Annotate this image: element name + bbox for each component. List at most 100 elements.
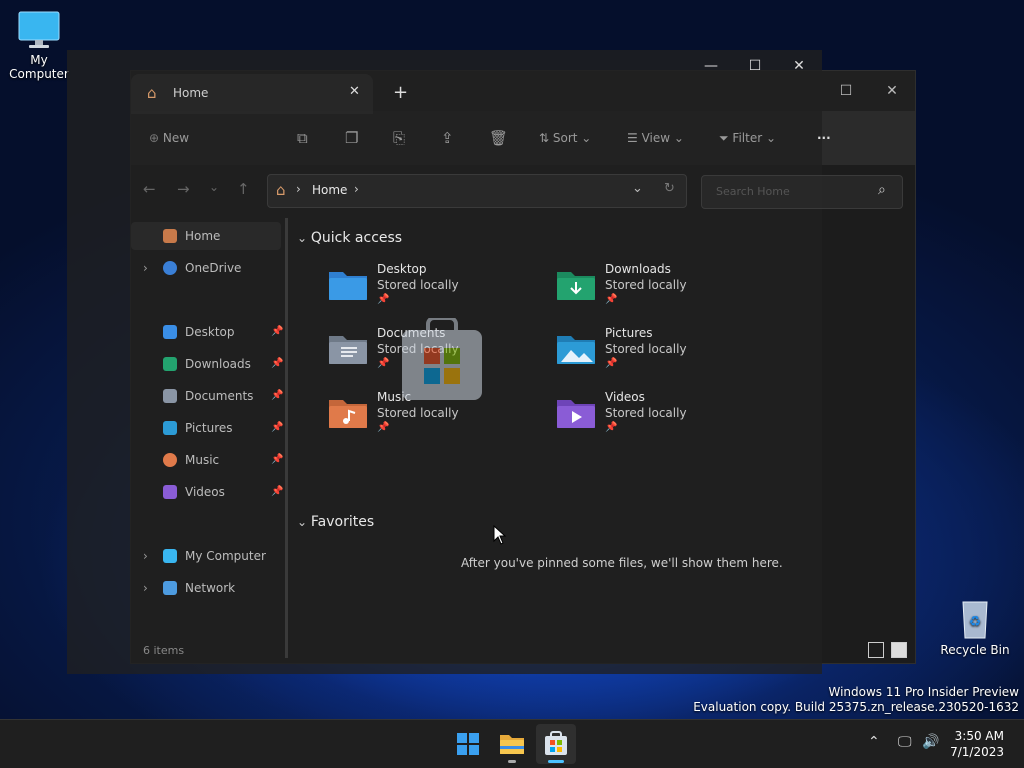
pin-icon: 📌 bbox=[605, 422, 618, 433]
download-icon bbox=[163, 357, 177, 371]
music-icon bbox=[163, 453, 177, 467]
network-status-icon[interactable]: 🖵 bbox=[898, 734, 912, 750]
pin-icon: 📌 bbox=[271, 358, 284, 369]
sidebar-scrollbar[interactable] bbox=[285, 218, 288, 658]
address-bar[interactable]: ⌂ › Home › ⌄ ↻ bbox=[267, 174, 687, 208]
pin-icon: 📌 bbox=[271, 486, 284, 497]
downloads-folder-icon bbox=[557, 272, 595, 300]
sidebar-item-desktop[interactable]: Desktop 📌 bbox=[131, 318, 284, 346]
breadcrumb-home[interactable]: Home bbox=[312, 183, 347, 197]
sidebar-item-onedrive[interactable]: › OneDrive bbox=[131, 254, 281, 282]
breadcrumb-chevron-icon[interactable]: › bbox=[354, 182, 359, 196]
documents-folder-icon bbox=[329, 336, 367, 364]
share-button[interactable]: ⇪ bbox=[441, 126, 454, 150]
close-button[interactable]: ✕ bbox=[777, 52, 821, 80]
video-icon bbox=[163, 485, 177, 499]
clock-date: 7/1/2023 bbox=[950, 745, 1004, 759]
collapse-chevron-icon: ⌄ bbox=[297, 515, 311, 529]
videos-folder-icon bbox=[557, 400, 595, 428]
folder-tile-videos[interactable]: Videos Stored locally 📌 bbox=[555, 390, 775, 450]
plus-icon: ⊕ bbox=[149, 131, 163, 145]
folder-tile-downloads[interactable]: Downloads Stored locally 📌 bbox=[555, 262, 775, 322]
refresh-icon[interactable]: ↻ bbox=[664, 181, 675, 196]
start-button[interactable] bbox=[448, 724, 488, 764]
background-window-maximize-button[interactable]: ☐ bbox=[823, 77, 869, 105]
music-folder-icon bbox=[329, 400, 367, 428]
home-icon: ⌂ bbox=[147, 84, 157, 102]
quick-access-header[interactable]: ⌄ Quick access bbox=[297, 230, 402, 246]
sidebar-item-downloads[interactable]: Downloads 📌 bbox=[131, 350, 284, 378]
watermark-line2: Evaluation copy. Build 25375.zn_release.… bbox=[693, 700, 1019, 714]
status-bar-item-count: 6 items bbox=[143, 644, 185, 657]
delete-button[interactable]: 🗑 bbox=[489, 126, 508, 150]
network-icon bbox=[163, 581, 177, 595]
tab-home[interactable]: ⌂ Home ✕ bbox=[131, 74, 373, 114]
sidebar-item-network[interactable]: › Network bbox=[131, 574, 281, 602]
favorites-header[interactable]: ⌄ Favorites bbox=[297, 514, 374, 530]
document-icon bbox=[163, 389, 177, 403]
active-indicator bbox=[548, 760, 564, 763]
desktop-icon-recycle-bin[interactable]: ♻ Recycle Bin bbox=[940, 596, 1010, 657]
pin-icon: 📌 bbox=[271, 454, 284, 465]
copy-button[interactable]: ❐ bbox=[345, 126, 358, 150]
pin-icon: 📌 bbox=[377, 422, 390, 433]
sort-button[interactable]: ⇅ Sort ⌄ bbox=[539, 126, 591, 150]
address-home-icon: ⌂ bbox=[276, 181, 286, 199]
cloud-icon bbox=[163, 261, 177, 275]
maximize-button[interactable]: ☐ bbox=[733, 52, 777, 80]
monitor-icon bbox=[18, 11, 60, 48]
sidebar-item-videos[interactable]: Videos 📌 bbox=[131, 478, 284, 506]
svg-text:♻: ♻ bbox=[969, 614, 982, 630]
tab-close-icon[interactable]: ✕ bbox=[349, 84, 360, 99]
forward-button[interactable]: → bbox=[177, 180, 190, 198]
picture-icon bbox=[163, 421, 177, 435]
pin-icon: 📌 bbox=[377, 294, 390, 305]
folder-tile-desktop[interactable]: Desktop Stored locally 📌 bbox=[327, 262, 547, 322]
sidebar-item-my-computer[interactable]: › My Computer bbox=[131, 542, 281, 570]
search-input[interactable]: Search Home bbox=[716, 185, 790, 198]
store-icon-ghost bbox=[400, 316, 484, 402]
background-window-close-button[interactable]: ✕ bbox=[869, 77, 915, 105]
running-indicator bbox=[508, 760, 516, 763]
expand-chevron-icon[interactable]: › bbox=[143, 574, 148, 602]
paste-button[interactable]: ⎘ bbox=[393, 126, 405, 150]
taskbar-store-button[interactable] bbox=[536, 724, 576, 764]
filter-icon: ⏷ bbox=[719, 131, 733, 145]
pin-icon: 📌 bbox=[271, 390, 284, 401]
sidebar-item-music[interactable]: Music 📌 bbox=[131, 446, 284, 474]
tiles-view-icon[interactable] bbox=[891, 642, 907, 658]
new-tab-button[interactable]: + bbox=[393, 82, 408, 103]
view-icon: ☰ bbox=[627, 131, 642, 145]
minimize-button[interactable]: — bbox=[689, 52, 733, 80]
pin-icon: 📌 bbox=[271, 326, 284, 337]
up-button[interactable]: ↑ bbox=[237, 180, 250, 198]
sidebar-item-documents[interactable]: Documents 📌 bbox=[131, 382, 284, 410]
system-clock[interactable]: 3:50 AM 7/1/2023 bbox=[950, 728, 1004, 760]
sidebar-item-pictures[interactable]: Pictures 📌 bbox=[131, 414, 283, 442]
new-button[interactable]: ⊕ New bbox=[149, 126, 189, 150]
cut-button[interactable]: ⧉ bbox=[297, 126, 308, 150]
search-box[interactable]: Search Home ⌕ bbox=[701, 175, 903, 209]
address-dropdown-icon[interactable]: ⌄ bbox=[632, 181, 643, 196]
expand-chevron-icon[interactable]: › bbox=[143, 542, 148, 570]
back-button[interactable]: ← bbox=[143, 180, 156, 198]
pin-icon: 📌 bbox=[605, 358, 618, 369]
mouse-cursor-icon bbox=[493, 525, 507, 545]
show-hidden-icons-button[interactable]: ⌃ bbox=[868, 734, 880, 750]
recent-locations-button[interactable]: ⌄ bbox=[209, 180, 219, 194]
sidebar-item-home[interactable]: Home bbox=[131, 222, 281, 250]
home-icon bbox=[163, 229, 177, 243]
taskbar: ⌃ 🖵 🔊 3:50 AM 7/1/2023 bbox=[0, 719, 1024, 768]
view-button[interactable]: ☰ View ⌄ bbox=[627, 126, 684, 150]
more-options-button[interactable]: ··· bbox=[817, 126, 831, 150]
breadcrumb-separator-icon: › bbox=[296, 182, 301, 196]
expand-chevron-icon[interactable]: › bbox=[143, 254, 148, 282]
desktop-folder-icon bbox=[329, 272, 367, 300]
details-view-icon[interactable] bbox=[868, 642, 884, 658]
volume-icon[interactable]: 🔊 bbox=[922, 734, 939, 750]
recycle-bin-icon: ♻ bbox=[962, 601, 988, 639]
taskbar-file-explorer-button[interactable] bbox=[492, 724, 532, 764]
filter-button[interactable]: ⏷ Filter ⌄ bbox=[719, 126, 776, 150]
folder-tile-pictures[interactable]: Pictures Stored locally 📌 bbox=[555, 326, 775, 386]
pin-icon: 📌 bbox=[377, 358, 390, 369]
